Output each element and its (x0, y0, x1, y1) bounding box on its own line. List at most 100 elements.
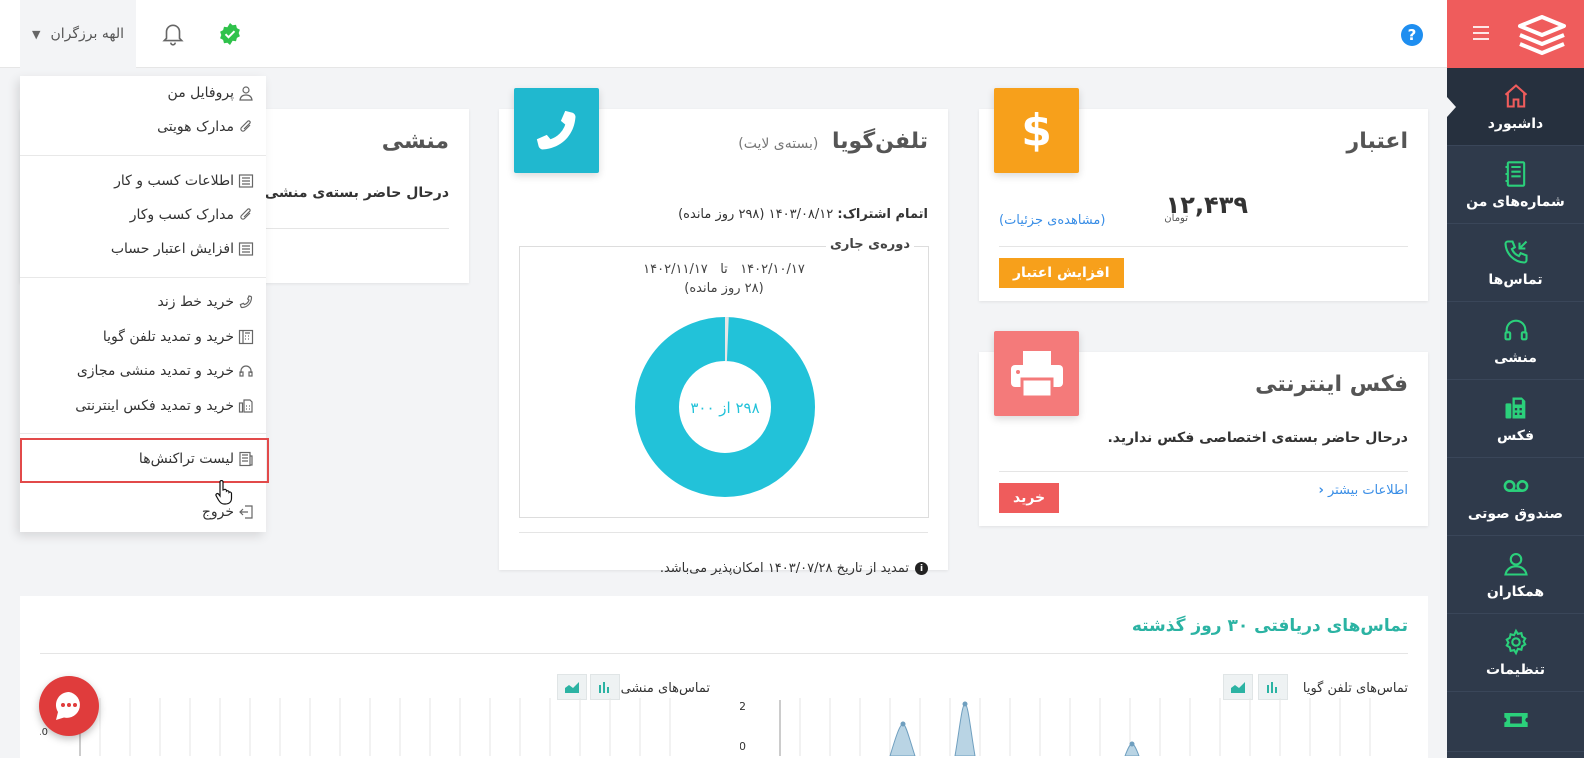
fax-card: فکس اینترنتی درحال حاضر بسته‌ی اختصاصی ف… (979, 331, 1428, 526)
data-point (900, 721, 906, 727)
credit-card: $ اعتبار ۱۲,۴۳۹ تومان (مشاهده‌ی جزئیات) … (979, 88, 1428, 301)
phone-tile (514, 88, 599, 173)
more-info-link[interactable]: اطلاعات بیشتر ‹ (1318, 483, 1408, 498)
sidebar-item-dashboard[interactable]: داشبورد (1447, 68, 1584, 146)
menu-item-buy-zand-line[interactable]: خرید خط زند (158, 294, 254, 310)
y-tick-label: 0.0 (40, 727, 48, 738)
data-point (1129, 741, 1135, 747)
sidebar-item-label: تنظیمات (1485, 661, 1546, 678)
headset-icon (1503, 319, 1528, 340)
credit-unit: تومان (1164, 213, 1188, 224)
sidebar-item-colleagues[interactable]: همکاران (1447, 536, 1584, 614)
chat-icon (55, 691, 80, 720)
sidebar-item-my-numbers[interactable]: شماره‌های من (1447, 146, 1584, 224)
printer-tile (994, 331, 1079, 416)
period-from: ۱۴۰۲/۱۰/۱۷ (740, 262, 805, 277)
period-dates: ۱۴۰۲/۱۰/۱۷ تا ۱۴۰۲/۱۱/۱۷ (۲۸ روز مانده) (520, 260, 928, 298)
menu-item-label: مدارک کسب وکار (129, 207, 234, 223)
menu-item-identity-docs[interactable]: مدارک هویتی (157, 119, 254, 135)
menu-item-increase-credit[interactable]: افزایش اعتبار حساب (111, 241, 254, 257)
period-to-word: تا (720, 262, 728, 277)
current-period-box: ۱۴۰۲/۱۰/۱۷ تا ۱۴۰۲/۱۱/۱۷ (۲۸ روز مانده) … (519, 246, 929, 518)
fax-icon (238, 399, 253, 413)
user-menu-button[interactable]: ▼ الهه برزگران (20, 0, 136, 68)
sidebar-item-calls[interactable]: تماس‌ها (1447, 224, 1584, 302)
renew-note: i تمدید از تاریخ ۱۴۰۳/۰۷/۲۸ امکان‌پذیر م… (660, 561, 928, 576)
home-icon (1504, 83, 1527, 108)
phone-icon (239, 295, 253, 309)
paperclip-icon (240, 120, 251, 132)
subscription-value: ۱۴۰۳/۰۸/۱۲ (۲۹۸ روز مانده) (678, 207, 834, 222)
menu-item-profile[interactable]: پروفایل من (168, 85, 254, 101)
donut-center-label: ۲۹۸ از ۳۰۰ (690, 399, 759, 417)
menu-item-label: پروفایل من (167, 85, 234, 101)
phonebook-icon (1505, 160, 1525, 187)
sidebar-item-label: منشی (1494, 349, 1537, 366)
usage-donut-chart: ۲۹۸ از ۳۰۰ (635, 317, 815, 497)
calls-panel: تماس‌های دریافتی ۳۰ روز گذشته تماس‌های ت… (20, 596, 1428, 758)
caret-down-icon: ▼ (32, 27, 41, 41)
bar-chart-icon (599, 682, 609, 693)
sidebar-item-label: همکاران (1486, 583, 1545, 600)
transactions-highlight (20, 438, 269, 483)
sidebar-item-secretary[interactable]: منشی (1447, 302, 1584, 380)
period-to: ۱۴۰۲/۱۱/۱۷ (643, 262, 708, 277)
menu-item-buy-secretary[interactable]: خرید و تمدید منشی مجازی (77, 363, 254, 379)
voip-calls-chart-title: تماس‌های تلفن گویا (1302, 681, 1408, 696)
menu-item-label: خرید و تمدید منشی مجازی (76, 363, 234, 379)
y-tick-label: 10 (740, 740, 746, 753)
menu-item-label: خرید و تمدید تلفن گویا (102, 329, 234, 345)
divider (40, 653, 1408, 654)
voip-package: (بسته‌ی لایت) (738, 136, 819, 152)
phone-icon (536, 110, 575, 149)
sidebar-item-settings[interactable]: تنظیمات (1447, 614, 1584, 692)
voip-calls-chart: 12 10 (740, 698, 1371, 756)
menu-item-label: خرید خط زند (157, 294, 234, 310)
area-chart-icon (565, 682, 579, 693)
sidebar-item-more[interactable] (1447, 692, 1584, 752)
renew-note-text: تمدید از تاریخ ۱۴۰۳/۰۷/۲۸ امکان‌پذیر می‌… (659, 561, 909, 576)
menu-item-logout[interactable]: خروج (202, 504, 254, 520)
menu-item-label: اطلاعات کسب و کار (114, 173, 234, 189)
help-button[interactable]: ? (1401, 24, 1423, 46)
divider (20, 433, 266, 434)
chat-button[interactable] (39, 676, 99, 736)
divider (20, 277, 266, 278)
divider (999, 471, 1408, 472)
increase-credit-button[interactable]: افزایش اعتبار (999, 258, 1124, 288)
fax-icon (1505, 397, 1525, 418)
user-icon (239, 86, 253, 101)
user-icon (1503, 552, 1528, 576)
menu-item-buy-fax[interactable]: خرید و تمدید فکس اینترنتی (75, 398, 254, 414)
headset-icon (239, 365, 253, 377)
paperclip-icon (240, 208, 251, 220)
user-name: الهه برزگران (50, 26, 124, 42)
ticket-icon (1503, 713, 1528, 727)
logo (1518, 15, 1566, 55)
sidebar-item-voicemail[interactable]: صندوق صوتی (1447, 458, 1584, 536)
chevron-left-icon: ‹ (1318, 483, 1324, 498)
subscription-label: اتمام اشتراک: (837, 207, 928, 222)
sidebar-item-label: صندوق صوتی (1467, 505, 1564, 522)
buy-fax-button[interactable]: خرید (999, 483, 1060, 513)
voip-card: تلفن‌گویا (بسته‌ی لایت) اتمام اشتراک: ۱۴… (499, 88, 948, 576)
credit-title: اعتبار (1346, 129, 1408, 154)
bell-icon[interactable] (160, 20, 186, 48)
menu-item-buy-voip[interactable]: خرید و تمدید تلفن گویا (103, 329, 254, 345)
credit-details-link[interactable]: (مشاهده‌ی جزئیات) (999, 213, 1105, 228)
dollar-tile: $ (994, 88, 1079, 173)
menu-item-label: مدارک هویتی (157, 119, 234, 135)
sidebar-item-fax[interactable]: فکس (1447, 380, 1584, 458)
menu-item-business-docs[interactable]: مدارک کسب وکار (130, 207, 254, 223)
secretary-calls-chart: 0.0 (40, 698, 671, 756)
top-header: ▼ الهه برزگران ? (0, 0, 1447, 68)
menu-item-business-info[interactable]: اطلاعات کسب و کار (114, 173, 254, 189)
user-dropdown-menu: پروفایل من مدارک هویتی اطلاعات کسب و کار… (20, 76, 269, 532)
info-icon: i (915, 562, 928, 575)
gear-icon (1504, 628, 1527, 655)
logout-icon (239, 505, 253, 519)
menu-toggle-icon[interactable] (1473, 26, 1489, 44)
sidebar-item-label: تماس‌ها (1488, 271, 1543, 288)
period-remaining: (۲۸ روز مانده) (684, 281, 764, 296)
area-chart-icon (1231, 682, 1245, 693)
